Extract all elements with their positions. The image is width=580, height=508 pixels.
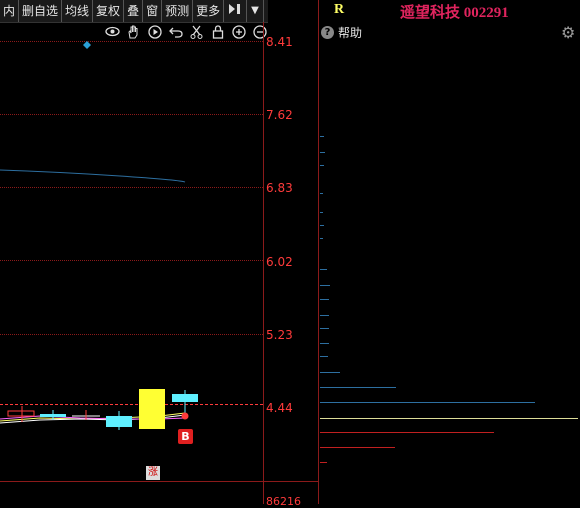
profile-bar (320, 315, 329, 316)
profile-bar (320, 447, 395, 448)
volume-value: 86216 (266, 495, 301, 508)
price-label: 8.41 (266, 35, 293, 49)
price-label: 6.83 (266, 181, 293, 195)
profile-bar (320, 193, 323, 194)
profile-bar (320, 356, 328, 357)
question-icon: ? (321, 26, 334, 39)
financing-flag: R (334, 2, 345, 17)
current-price-bar (320, 418, 578, 419)
help-label: 帮助 (338, 26, 363, 40)
price-label: 6.02 (266, 255, 293, 269)
profile-bar (320, 269, 327, 270)
price-label: 4.44 (266, 401, 293, 415)
profile-bar (320, 432, 494, 433)
profile-bar (320, 299, 329, 300)
price-axis-divider (263, 22, 264, 504)
candle (7, 410, 35, 417)
price-label: 7.62 (266, 108, 293, 122)
profile-bar (320, 387, 396, 388)
candle (139, 389, 165, 429)
gear-icon[interactable]: ⚙ (561, 23, 575, 42)
ma-line-long (0, 169, 186, 183)
diamond-marker (83, 41, 91, 49)
profile-bar (320, 136, 324, 137)
panel-divider[interactable] (318, 0, 319, 504)
candlestick-chart[interactable] (0, 0, 263, 482)
profile-bar (320, 372, 340, 373)
buy-signal-badge[interactable]: B (178, 429, 193, 444)
profile-bar (320, 328, 329, 329)
signal-dot (181, 412, 189, 420)
profile-bar (320, 402, 535, 403)
profile-bar (320, 462, 327, 463)
profile-bar (320, 165, 324, 166)
profile-bar (320, 152, 325, 153)
profile-bar (320, 343, 329, 344)
price-label: 5.23 (266, 328, 293, 342)
stock-title: 遥望科技 002291 (400, 5, 509, 21)
profile-bar (320, 212, 323, 213)
limit-up-badge[interactable]: 涨 (146, 466, 160, 480)
profile-bar (320, 225, 324, 226)
profile-bar (320, 285, 330, 286)
help-button[interactable]: ? 帮助 (321, 24, 362, 41)
profile-bar (320, 238, 323, 239)
